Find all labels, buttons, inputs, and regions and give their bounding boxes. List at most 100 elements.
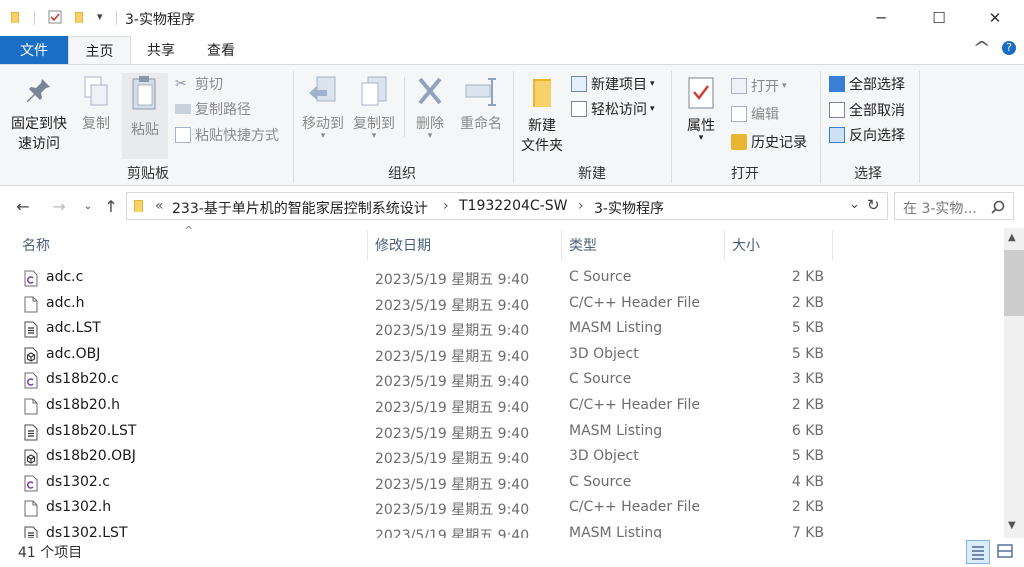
large-icons-view-button[interactable] xyxy=(994,540,1018,564)
scrollbar-thumb[interactable] xyxy=(1004,250,1024,316)
tab-share[interactable]: 共享 xyxy=(131,36,191,63)
file-type: C Source xyxy=(569,269,632,285)
file-list: adc.c 2023/5/19 星期五 9:40 C Source 2 KB adc.h… xyxy=(0,266,1002,538)
search-input[interactable]: 在 3-实物... xyxy=(903,198,977,218)
move-to-button[interactable]: 移动到 ▾ xyxy=(298,75,348,141)
file-type: C/C++ Header File xyxy=(569,294,701,311)
minimize-button[interactable]: ─ xyxy=(852,0,910,36)
customize-quick-access-dropdown[interactable]: ▾ xyxy=(97,10,103,23)
file-name: ds1302.c xyxy=(46,473,110,490)
scroll-up-icon[interactable]: ▲ xyxy=(1008,232,1016,243)
up-arrow-icon[interactable]: ↑ xyxy=(100,194,122,218)
tab-view[interactable]: 查看 xyxy=(191,36,251,63)
column-header-modified[interactable]: 修改日期 xyxy=(375,235,431,255)
pin-to-quick-access-button[interactable]: 固定到快 速访问 xyxy=(6,75,72,153)
tab-home[interactable]: 主页 xyxy=(68,36,131,64)
properties-dropdown-icon: ▾ xyxy=(698,133,704,143)
select-none-icon xyxy=(829,102,845,118)
paste-shortcut-button[interactable]: 粘贴快捷方式 xyxy=(175,124,279,146)
search-icon xyxy=(991,200,1005,214)
select-all-button[interactable]: 全部选择 xyxy=(829,73,905,95)
file-row[interactable]: adc.LST 2023/5/19 星期五 9:40 MASM Listing 5 K… xyxy=(0,317,1000,342)
copy-button[interactable]: 复制 xyxy=(74,75,118,133)
collapse-ribbon-button[interactable]: ^ xyxy=(972,38,991,57)
refresh-icon[interactable]: ↻ xyxy=(867,196,880,214)
file-size: 2 KB xyxy=(791,499,824,516)
paste-button[interactable]: 粘贴 xyxy=(122,73,168,159)
file-row[interactable]: ds18b20.LST 2023/5/19 星期五 9:40 MASM Listin… xyxy=(0,420,1000,445)
history-button[interactable]: 历史记录 xyxy=(731,131,807,153)
select-all-icon xyxy=(829,76,845,92)
address-dropdown-icon[interactable]: ⌄ xyxy=(849,197,860,212)
easy-access-button[interactable]: 轻松访问 ▾ xyxy=(571,98,655,120)
cut-button[interactable]: ✂ 剪切 xyxy=(175,73,223,95)
file-size: 5 KB xyxy=(791,345,824,362)
edit-button[interactable]: 编辑 xyxy=(731,103,779,125)
rename-button[interactable]: 重命名 xyxy=(456,75,506,133)
recent-locations-chevron-icon[interactable]: ⌄ xyxy=(77,194,99,218)
scroll-down-icon[interactable]: ▼ xyxy=(1008,520,1016,531)
new-folder-button[interactable]: 新建 文件夹 xyxy=(516,75,568,155)
scissors-icon: ✂ xyxy=(175,76,187,92)
open-button[interactable]: 打开 ▾ xyxy=(731,75,787,97)
search-box[interactable]: 在 3-实物... xyxy=(894,192,1014,220)
maximize-button[interactable]: ☐ xyxy=(910,0,968,36)
easy-access-label: 轻松访问 xyxy=(591,102,647,118)
details-view-button[interactable] xyxy=(966,540,990,564)
file-type: C Source xyxy=(569,371,632,388)
copy-to-button[interactable]: 复制到 ▾ xyxy=(349,75,399,141)
breadcrumb-item[interactable]: 3-实物程序 xyxy=(594,198,664,218)
tab-file[interactable]: 文件 xyxy=(0,36,68,64)
column-header-name[interactable]: 名称 xyxy=(22,235,50,255)
breadcrumb-item[interactable]: T1932204C-SW xyxy=(459,198,567,214)
file-row[interactable]: ds18b20.c 2023/5/19 星期五 9:40 C Source 3 KB xyxy=(0,368,1000,393)
delete-button[interactable]: 删除 ▾ xyxy=(410,75,450,141)
file-row[interactable]: ds1302.h 2023/5/19 星期五 9:40 C/C++ Header F… xyxy=(0,496,1000,521)
move-to-icon xyxy=(309,76,336,102)
breadcrumb-separator[interactable]: › xyxy=(443,198,449,214)
properties-icon[interactable] xyxy=(48,10,62,24)
folder-icon xyxy=(11,12,19,23)
title-bar: ▾ 3-实物程序 ─ ☐ ✕ xyxy=(0,0,1024,36)
column-header-size[interactable]: 大小 xyxy=(732,235,760,255)
file-row[interactable]: adc.c 2023/5/19 星期五 9:40 C Source 2 KB xyxy=(0,266,1000,291)
forward-arrow-icon[interactable]: → xyxy=(48,194,70,218)
file-type: 3D Object xyxy=(569,448,639,465)
back-arrow-icon[interactable]: ← xyxy=(12,194,34,218)
copy-to-label: 复制到 xyxy=(353,116,395,132)
address-bar[interactable]: « 233-基于单片机的智能家居控制系统设计 › T1932204C-SW › … xyxy=(126,192,888,220)
vertical-scrollbar[interactable]: ▲ ▼ xyxy=(1004,228,1024,538)
breadcrumb-separator[interactable]: › xyxy=(578,198,584,214)
file-row[interactable]: ds1302.c 2023/5/19 星期五 9:40 C Source 4 KB xyxy=(0,471,1000,496)
file-type: MASM Listing xyxy=(569,525,663,538)
file-row[interactable]: ds1302.LST 2023/5/19 星期五 9:40 MASM Listing… xyxy=(0,522,1000,538)
breadcrumb-overflow[interactable]: « xyxy=(155,198,164,214)
file-type: C/C++ Header File xyxy=(569,397,701,413)
pin-label-line1: 固定到快 xyxy=(11,116,67,132)
status-bar: 41 个项目 xyxy=(0,538,1024,566)
paste-label: 粘贴 xyxy=(131,122,159,138)
file-row[interactable]: adc.h 2023/5/19 星期五 9:40 C/C++ Header File… xyxy=(0,292,1000,317)
move-to-label: 移动到 xyxy=(302,116,344,132)
select-none-button[interactable]: 全部取消 xyxy=(829,99,905,121)
new-item-label: 新建项目 xyxy=(591,77,647,93)
new-item-button[interactable]: 新建项目 ▾ xyxy=(571,73,655,95)
properties-button[interactable]: 属性 ▾ xyxy=(678,75,724,143)
close-button[interactable]: ✕ xyxy=(966,0,1024,36)
file-row[interactable]: adc.OBJ 2023/5/19 星期五 9:40 3D Object 5 KB xyxy=(0,343,1000,368)
invert-selection-button[interactable]: 反向选择 xyxy=(829,124,905,146)
file-name: adc.c xyxy=(46,269,84,285)
paste-shortcut-label: 粘贴快捷方式 xyxy=(195,128,279,144)
properties-label: 属性 xyxy=(687,118,715,134)
column-header-type[interactable]: 类型 xyxy=(569,235,597,255)
file-row[interactable]: ds18b20.h 2023/5/19 星期五 9:40 C/C++ Header … xyxy=(0,394,1000,419)
new-folder-icon[interactable] xyxy=(72,10,86,24)
copy-path-button[interactable]: 复制路径 xyxy=(175,98,251,120)
file-row[interactable]: ds18b20.OBJ 2023/5/19 星期五 9:40 3D Object 5 … xyxy=(0,445,1000,470)
group-label-open: 打开 xyxy=(731,166,759,182)
copy-to-icon xyxy=(361,76,387,106)
help-icon[interactable]: ? xyxy=(1002,41,1016,55)
history-label: 历史记录 xyxy=(751,135,807,151)
breadcrumb-item[interactable]: 233-基于单片机的智能家居控制系统设计 xyxy=(172,198,428,218)
file-size: 4 KB xyxy=(791,473,824,490)
